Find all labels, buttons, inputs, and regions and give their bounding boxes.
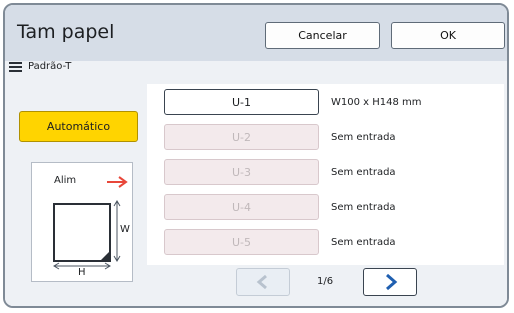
tray-button-u3: U-3 [164,159,319,185]
tray-panel: U-1 W100 x H148 mm U-2 Sem entrada U-3 S… [147,84,504,265]
tray-info-u2: Sem entrada [331,132,396,143]
tray-button-u2: U-2 [164,124,319,150]
automatic-button[interactable]: Automático [19,111,138,142]
paper-sheet-icon [53,200,121,270]
chevron-left-icon [256,274,267,290]
tray-info-u4: Sem entrada [331,202,396,213]
dialog-header: Tam papel Cancelar OK [5,5,507,62]
list-icon [9,62,22,72]
tray-button-u4: U-4 [164,194,319,220]
tray-button-u1[interactable]: U-1 [164,89,319,115]
width-label: W [120,224,130,235]
height-label: H [78,267,86,278]
previous-page-button [236,268,290,296]
profile-label: Padrão-T [28,61,72,72]
chevron-right-icon [386,273,398,291]
page-indicator: 1/6 [317,276,334,287]
tray-button-u5: U-5 [164,229,319,255]
dialog-title: Tam papel [17,21,115,43]
ok-button[interactable]: OK [391,22,505,49]
cancel-button[interactable]: Cancelar [265,22,380,49]
paper-feed-diagram: Alim W H [31,162,133,282]
tray-info-u1: W100 x H148 mm [331,97,422,108]
tray-info-u5: Sem entrada [331,237,396,248]
subheader-bar [5,61,507,85]
tray-info-u3: Sem entrada [331,167,396,178]
next-page-button[interactable] [363,268,417,296]
